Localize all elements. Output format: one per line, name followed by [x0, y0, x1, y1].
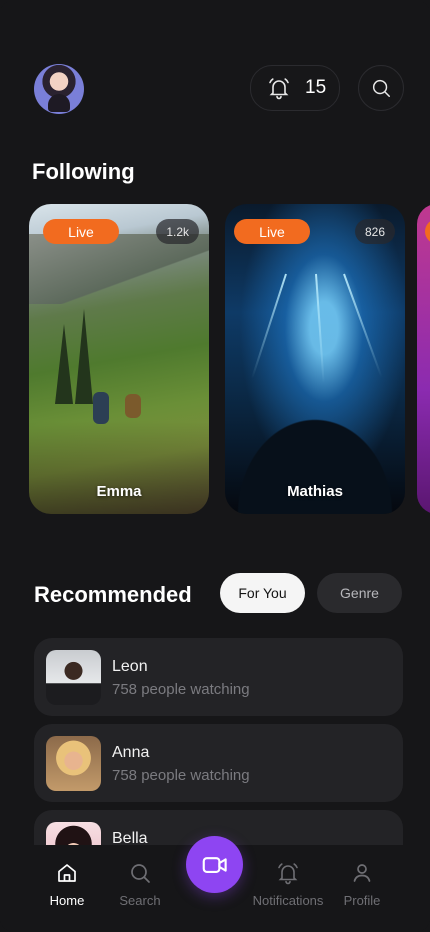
search-icon — [131, 864, 150, 883]
viewer-count: 826 — [354, 219, 395, 244]
streamer-thumbnail — [46, 650, 101, 705]
list-item[interactable]: Leon 758 people watching — [34, 638, 403, 716]
streamer-name: Emma — [96, 483, 142, 500]
hiker-shape — [125, 394, 141, 418]
nav-notifications[interactable]: Notifications — [248, 861, 328, 908]
nav-label: Profile — [343, 893, 381, 908]
bell-icon — [269, 78, 289, 100]
notifications-pill[interactable]: 15 — [250, 65, 340, 111]
following-title: Following — [32, 159, 135, 184]
watching-count: 758 people watching — [112, 681, 250, 698]
video-camera-icon — [202, 856, 227, 873]
go-live-button[interactable] — [186, 836, 243, 893]
nav-label: Search — [119, 893, 161, 908]
following-card-mathias[interactable]: Live 826 Mathias — [225, 204, 405, 514]
notification-count: 15 — [305, 77, 327, 98]
nav-profile[interactable]: Profile — [322, 861, 402, 908]
streamer-name: Leon — [112, 658, 148, 675]
search-button[interactable] — [358, 65, 404, 111]
nav-search[interactable]: Search — [100, 861, 180, 908]
app-screen: 15 Following Live 1.2k Emma Live 826 Mat… — [0, 0, 430, 932]
tab-for-you[interactable]: For You — [220, 573, 305, 613]
viewer-count: 1.2k — [156, 219, 199, 244]
home-icon — [58, 864, 76, 882]
recommended-title: Recommended — [34, 582, 192, 607]
user-avatar[interactable] — [34, 64, 84, 114]
light-beam — [343, 273, 383, 378]
tree-shape — [75, 309, 93, 404]
nav-label: Notifications — [252, 893, 324, 908]
streamer-name: Anna — [112, 744, 150, 761]
watching-count: 758 people watching — [112, 767, 250, 784]
light-beam — [315, 273, 325, 384]
nav-label: Home — [49, 893, 85, 908]
following-card-partial[interactable] — [417, 204, 430, 514]
streamer-name: Mathias — [287, 483, 343, 500]
light-beam — [251, 273, 287, 379]
tab-genre[interactable]: Genre — [317, 573, 402, 613]
live-badge — [425, 219, 430, 244]
live-badge: Live — [43, 219, 119, 244]
nav-home[interactable]: Home — [27, 861, 107, 908]
tree-shape — [55, 324, 73, 404]
search-icon — [372, 79, 390, 97]
following-card-emma[interactable]: Live 1.2k Emma — [29, 204, 209, 514]
bell-icon — [278, 863, 298, 885]
list-item[interactable]: Anna 758 people watching — [34, 724, 403, 802]
live-badge: Live — [234, 219, 310, 244]
card-image — [29, 234, 209, 304]
user-icon — [353, 864, 371, 882]
hiker-shape — [93, 392, 109, 424]
streamer-thumbnail — [46, 736, 101, 791]
